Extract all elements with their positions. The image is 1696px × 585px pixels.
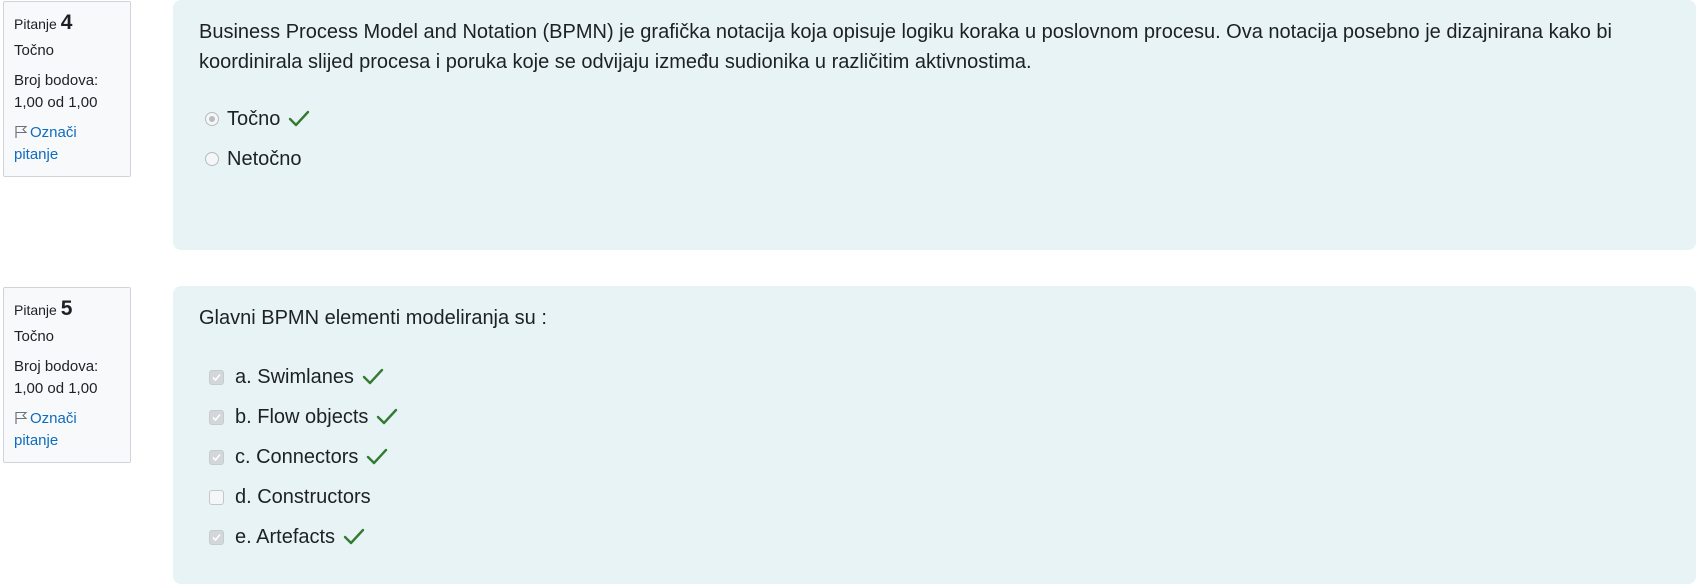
question-number: Pitanje 5 (14, 296, 120, 323)
grade-value: 1,00 od 1,00 (14, 380, 98, 397)
flag-label-2[interactable]: pitanje (14, 146, 58, 163)
flag-question-link[interactable]: Označi pitanje (14, 408, 120, 452)
checkbox[interactable] (209, 449, 224, 465)
question-grade: Broj bodova: 1,00 od 1,00 (14, 356, 120, 400)
answer-option[interactable]: b. Flow objects (199, 397, 1670, 437)
question-state: Točno (14, 328, 55, 345)
answer-option[interactable]: e. Artefacts (199, 517, 1670, 557)
question-info: Pitanje 4 Točno Broj bodova: 1,00 od 1,0… (3, 1, 131, 177)
answer-label: b. Flow objects (235, 405, 369, 428)
radio-button[interactable] (205, 112, 219, 126)
checkbox[interactable] (209, 369, 224, 385)
question-number-value: 4 (60, 11, 73, 34)
question-state: Točno (14, 42, 55, 59)
grade-label: Broj bodova: (14, 358, 99, 375)
answer-label: d. Constructors (235, 485, 371, 508)
answer-option[interactable]: Točno (199, 99, 1670, 139)
flag-icon (14, 410, 28, 424)
check-icon (362, 367, 384, 387)
flag-label[interactable]: Označi (30, 124, 77, 141)
question-label: Pitanje (14, 16, 57, 32)
flag-icon (14, 124, 28, 138)
flag-label-2[interactable]: pitanje (14, 432, 58, 449)
flag-label[interactable]: Označi (30, 410, 77, 427)
check-icon (376, 407, 398, 427)
answer-list: a. Swimlanes b. Flow objects c. Connecto (199, 357, 1670, 557)
question-grade: Broj bodova: 1,00 od 1,00 (14, 70, 120, 114)
answer-label: c. Connectors (235, 445, 359, 468)
answer-option[interactable]: d. Constructors (199, 477, 1670, 517)
radio-button[interactable] (205, 152, 219, 166)
answer-label: a. Swimlanes (235, 365, 354, 388)
answer-list: Točno Netočno (199, 99, 1670, 179)
answer-label: e. Artefacts (235, 525, 336, 548)
answer-label: Netočno (227, 147, 302, 170)
question-number: Pitanje 4 (14, 10, 120, 37)
question-info: Pitanje 5 Točno Broj bodova: 1,00 od 1,0… (3, 287, 131, 463)
check-icon (366, 447, 388, 467)
question-label: Pitanje (14, 302, 57, 318)
checkbox[interactable] (209, 529, 224, 545)
checkbox[interactable] (209, 489, 224, 505)
check-icon (288, 109, 310, 129)
check-icon (343, 527, 365, 547)
question-number-value: 5 (60, 297, 73, 320)
answer-label: Točno (227, 107, 281, 130)
question-text: Glavni BPMN elementi modeliranja su : (199, 307, 547, 329)
grade-label: Broj bodova: (14, 72, 99, 89)
answer-option[interactable]: c. Connectors (199, 437, 1670, 477)
answer-option[interactable]: Netočno (199, 139, 1670, 179)
question-content: Glavni BPMN elementi modeliranja su : a.… (173, 286, 1696, 584)
answer-option[interactable]: a. Swimlanes (199, 357, 1670, 397)
question-content: Business Process Model and Notation (BPM… (173, 0, 1696, 250)
flag-question-link[interactable]: Označi pitanje (14, 122, 120, 166)
checkbox[interactable] (209, 409, 224, 425)
grade-value: 1,00 od 1,00 (14, 94, 98, 111)
question-text: Business Process Model and Notation (BPM… (199, 21, 1612, 73)
